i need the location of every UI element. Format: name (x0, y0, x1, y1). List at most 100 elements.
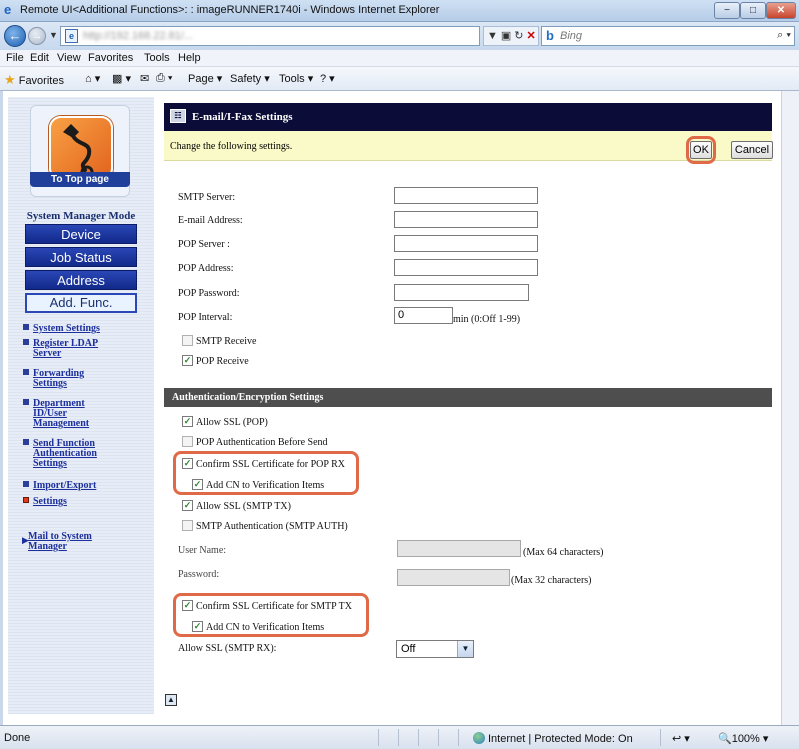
pop-receive-checkbox[interactable]: ✓ (182, 355, 193, 366)
smtp-receive-label: SMTP Receive (196, 336, 257, 347)
mail-to-system-manager-link[interactable]: Mail to System Manager (28, 532, 108, 552)
bullet-icon (23, 481, 29, 487)
tools-menu[interactable]: Tools ▾ (279, 72, 313, 85)
sidebar-link-import-export[interactable]: Import/Export (33, 481, 133, 491)
zoom-level[interactable]: 🔍100% ▾ (718, 732, 768, 745)
allow-ssl-smtp-rx-value: Off (401, 643, 416, 655)
globe-icon (473, 732, 485, 744)
minimize-button[interactable]: − (714, 2, 740, 19)
menu-file[interactable]: File (6, 52, 24, 64)
sidebar-link-forwarding[interactable]: Forwarding Settings (33, 369, 103, 389)
user-name-label: User Name: (178, 545, 227, 556)
pop-interval-value: 0 (398, 309, 405, 321)
menu-tools[interactable]: Tools (144, 52, 170, 64)
compat-view-icon[interactable]: ▼▣ (487, 30, 514, 42)
print-icon[interactable]: ⎙ ▾ (156, 72, 172, 85)
sidebar-link-department-id[interactable]: Department ID/User Management (33, 399, 95, 429)
page-menu[interactable]: Page ▾ (188, 72, 222, 85)
mode-add-func-button[interactable]: Add. Func. (25, 293, 137, 313)
status-separator (418, 729, 419, 746)
email-address-input[interactable] (394, 211, 538, 228)
password-input[interactable] (397, 569, 510, 586)
pop-rx-highlight (173, 451, 359, 495)
mail-icon[interactable]: ✉ (140, 72, 149, 85)
security-zone[interactable]: Internet | Protected Mode: On (473, 732, 633, 745)
email-fax-icon: ☷ (170, 109, 186, 123)
smtp-tx-highlight (173, 593, 369, 637)
bullet-icon (23, 399, 29, 405)
sidebar-link-system-settings[interactable]: System Settings (33, 324, 133, 334)
smtp-auth-label: SMTP Authentication (SMTP AUTH) (196, 521, 348, 532)
page-top-icon[interactable]: ▲ (165, 694, 177, 706)
feeds-icon[interactable]: ▩ ▾ (112, 72, 131, 85)
refresh-icon[interactable]: ↻ (514, 30, 526, 42)
bullet-icon (23, 439, 29, 445)
sidebar-link-settings[interactable]: Settings (33, 497, 133, 507)
bing-logo-icon: b (546, 28, 554, 43)
status-separator (660, 729, 661, 746)
status-separator (378, 729, 379, 746)
protected-mode-icon[interactable]: ↩ ▾ (672, 732, 690, 745)
to-top-page-link[interactable]: To Top page (30, 172, 130, 187)
allow-ssl-smtp-tx-checkbox[interactable]: ✓ (182, 500, 193, 511)
smtp-server-input[interactable] (394, 187, 538, 204)
status-separator (438, 729, 439, 746)
allow-ssl-smtp-tx-label: Allow SSL (SMTP TX) (196, 501, 291, 512)
pop-server-input[interactable] (394, 235, 538, 252)
menu-help[interactable]: Help (178, 52, 201, 64)
chevron-down-icon[interactable]: ▼ (457, 641, 473, 657)
password-label: Password: (178, 569, 220, 580)
user-name-hint: (Max 64 characters) (523, 547, 604, 558)
auth-section-title: Authentication/Encryption Settings (172, 392, 324, 403)
stop-icon[interactable]: ✕ (527, 30, 539, 42)
mode-device-button[interactable]: Device (25, 224, 137, 244)
pop-password-label: POP Password: (178, 288, 240, 299)
pop-interval-label: POP Interval: (178, 312, 233, 323)
menu-favorites[interactable]: Favorites (88, 52, 133, 64)
allow-ssl-pop-checkbox[interactable]: ✓ (182, 416, 193, 427)
address-url: http://192.168.22.81/... (83, 30, 194, 42)
browser-frame (781, 91, 799, 725)
email-address-label: E-mail Address: (178, 215, 243, 226)
page-icon: e (65, 29, 78, 43)
search-box[interactable]: b Bing ⌕ ▾ (541, 26, 795, 46)
pop-password-input[interactable] (394, 284, 529, 301)
bullet-icon (23, 339, 29, 345)
user-name-input[interactable] (397, 540, 521, 557)
search-icon[interactable]: ⌕ ▾ (777, 29, 791, 42)
mode-job-status-button[interactable]: Job Status (25, 247, 137, 267)
sidebar-link-register-ldap[interactable]: Register LDAP Server (33, 339, 108, 359)
pop-address-input[interactable] (394, 259, 538, 276)
bullet-icon (23, 324, 29, 330)
address-field[interactable]: e http://192.168.22.81/... (60, 26, 480, 46)
ie-logo-icon: e (4, 2, 12, 17)
favorites-label: Favorites (18, 75, 64, 87)
back-button[interactable]: ← (4, 25, 26, 47)
sidebar-link-send-function-auth[interactable]: Send Function Authentication Settings (33, 439, 109, 469)
smtp-auth-checkbox[interactable] (182, 520, 193, 531)
status-text: Done (4, 732, 31, 744)
active-bullet-icon (23, 497, 29, 503)
section-header: ☷ E-mail/I-Fax Settings (164, 103, 772, 131)
pop-auth-before-send-label: POP Authentication Before Send (196, 437, 328, 448)
favorites-button[interactable]: ★ Favorites (4, 72, 64, 88)
forward-button[interactable]: → (28, 27, 46, 45)
info-text: Change the following settings. (170, 141, 293, 152)
help-menu[interactable]: ? ▾ (320, 72, 335, 85)
address-tools[interactable]: ▼▣↻✕ (483, 26, 539, 46)
pop-receive-label: POP Receive (196, 356, 249, 367)
menu-view[interactable]: View (57, 52, 81, 64)
pop-interval-input[interactable]: 0 (394, 307, 453, 324)
allow-ssl-smtp-rx-select[interactable]: Off ▼ (396, 640, 474, 658)
menu-edit[interactable]: Edit (30, 52, 49, 64)
pop-auth-before-send-checkbox[interactable] (182, 436, 193, 447)
recent-pages-dropdown-icon[interactable]: ▼ (49, 30, 58, 40)
maximize-button[interactable]: □ (740, 2, 766, 19)
close-window-button[interactable]: ✕ (766, 2, 796, 19)
safety-menu[interactable]: Safety ▾ (230, 72, 270, 85)
cancel-button[interactable]: Cancel (731, 141, 773, 159)
smtp-receive-checkbox[interactable] (182, 335, 193, 346)
home-icon[interactable]: ⌂ ▾ (85, 72, 100, 85)
pop-interval-hint: min (0:Off 1-99) (453, 314, 521, 325)
mode-address-button[interactable]: Address (25, 270, 137, 290)
